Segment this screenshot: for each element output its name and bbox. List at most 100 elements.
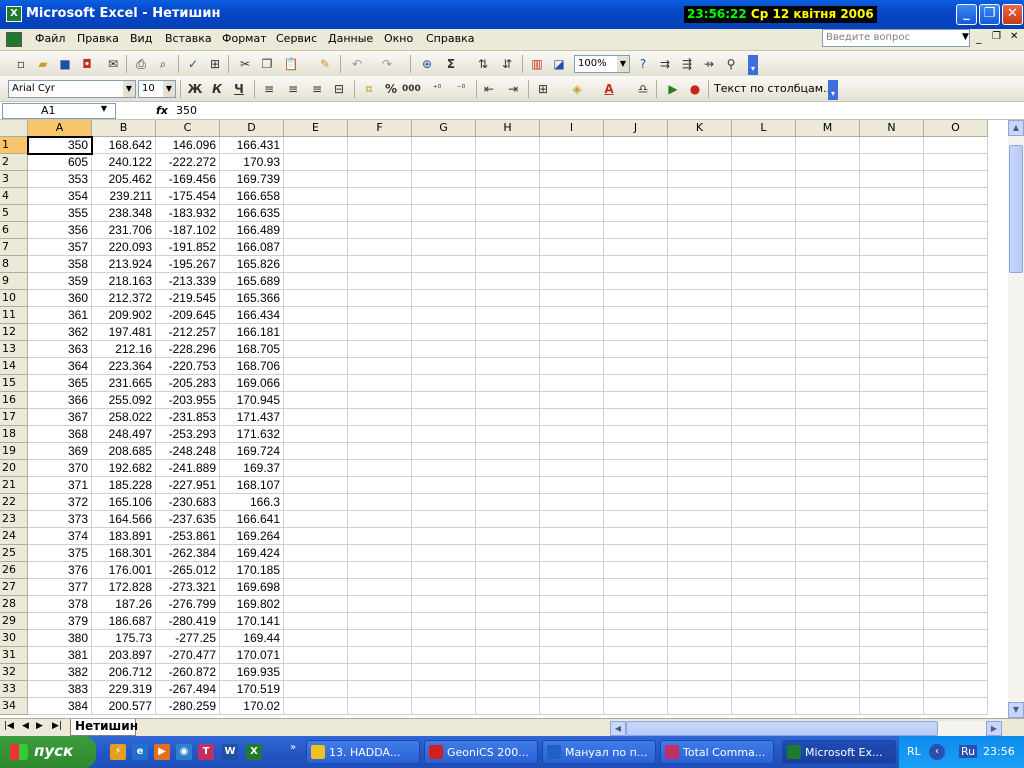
cell[interactable]	[476, 290, 540, 307]
cell[interactable]	[732, 222, 796, 239]
column-header-h[interactable]: H	[476, 120, 540, 137]
cell[interactable]	[732, 341, 796, 358]
cell[interactable]	[860, 579, 924, 596]
scroll-right-icon[interactable]: ▶	[986, 721, 1002, 736]
cell[interactable]	[412, 545, 476, 562]
cell[interactable]	[604, 511, 668, 528]
cell[interactable]	[604, 664, 668, 681]
cell[interactable]: 370	[28, 460, 92, 477]
cell[interactable]	[284, 256, 348, 273]
chart-wizard-icon[interactable]: ▥	[528, 56, 546, 72]
cell[interactable]: 369	[28, 443, 92, 460]
cell[interactable]	[412, 137, 476, 154]
cell[interactable]	[860, 358, 924, 375]
cell[interactable]	[796, 426, 860, 443]
cell[interactable]	[924, 579, 988, 596]
cell[interactable]: 377	[28, 579, 92, 596]
cell[interactable]	[924, 494, 988, 511]
row-header[interactable]: 17	[0, 409, 28, 426]
doc-minimize-button[interactable]: _	[976, 31, 982, 44]
cell[interactable]	[348, 205, 412, 222]
cell[interactable]	[732, 494, 796, 511]
undo-icon[interactable]: ↶	[348, 56, 366, 72]
cell[interactable]	[412, 375, 476, 392]
cell[interactable]: -220.753	[156, 358, 220, 375]
cell[interactable]	[860, 460, 924, 477]
cell[interactable]	[348, 681, 412, 698]
cell[interactable]: 165.366	[220, 290, 284, 307]
scroll-up-icon[interactable]: ▲	[1008, 120, 1024, 136]
column-header-j[interactable]: J	[604, 120, 668, 137]
cell[interactable]: 218.163	[92, 273, 156, 290]
cell[interactable]: 372	[28, 494, 92, 511]
cell[interactable]	[668, 256, 732, 273]
cell[interactable]	[732, 256, 796, 273]
cell[interactable]	[668, 426, 732, 443]
cell[interactable]: 373	[28, 511, 92, 528]
cell[interactable]: 376	[28, 562, 92, 579]
cell[interactable]	[540, 460, 604, 477]
chevron-down-icon[interactable]: ▼	[101, 104, 107, 113]
column-header-n[interactable]: N	[860, 120, 924, 137]
underline-button[interactable]: Ч	[230, 81, 248, 97]
row-header[interactable]: 29	[0, 613, 28, 630]
cell[interactable]: -183.932	[156, 205, 220, 222]
column-header-c[interactable]: C	[156, 120, 220, 137]
close-button[interactable]: ✕	[1002, 4, 1023, 25]
cell[interactable]	[284, 392, 348, 409]
cell[interactable]: 169.37	[220, 460, 284, 477]
row-header[interactable]: 22	[0, 494, 28, 511]
cell[interactable]: 355	[28, 205, 92, 222]
cell[interactable]	[668, 579, 732, 596]
cell[interactable]	[668, 307, 732, 324]
tray-lang-indicator[interactable]: RL	[907, 745, 921, 758]
cell[interactable]	[540, 205, 604, 222]
cell[interactable]	[412, 494, 476, 511]
cell[interactable]	[796, 460, 860, 477]
cell[interactable]	[924, 137, 988, 154]
column-header-b[interactable]: B	[92, 120, 156, 137]
cell[interactable]	[604, 137, 668, 154]
cell[interactable]: 172.828	[92, 579, 156, 596]
cell[interactable]	[412, 290, 476, 307]
cell[interactable]	[604, 154, 668, 171]
cell[interactable]	[668, 698, 732, 715]
cell[interactable]: -253.861	[156, 528, 220, 545]
cell[interactable]: -237.635	[156, 511, 220, 528]
select-all-corner[interactable]	[0, 120, 28, 137]
cell[interactable]	[796, 494, 860, 511]
trace-precedents-icon[interactable]: ⇉	[656, 56, 674, 72]
cell[interactable]: 238.348	[92, 205, 156, 222]
cell[interactable]	[348, 511, 412, 528]
cell[interactable]	[796, 375, 860, 392]
cell[interactable]	[476, 239, 540, 256]
cell[interactable]: -273.321	[156, 579, 220, 596]
row-header[interactable]: 27	[0, 579, 28, 596]
cell[interactable]	[668, 171, 732, 188]
cell[interactable]	[796, 579, 860, 596]
quicklaunch-app-icon[interactable]: ⚡	[110, 744, 126, 760]
cell[interactable]	[668, 239, 732, 256]
cell[interactable]	[924, 341, 988, 358]
cell[interactable]	[284, 494, 348, 511]
cell[interactable]	[540, 273, 604, 290]
format-painter-icon[interactable]: ✎	[316, 56, 334, 72]
column-header-a[interactable]: A	[28, 120, 92, 137]
row-header[interactable]: 5	[0, 205, 28, 222]
function-icon[interactable]: fx	[156, 104, 168, 117]
cell[interactable]	[924, 647, 988, 664]
cell[interactable]	[284, 409, 348, 426]
cell[interactable]	[284, 426, 348, 443]
cell[interactable]	[412, 613, 476, 630]
cell[interactable]	[412, 511, 476, 528]
chevron-down-icon[interactable]: ▼	[123, 81, 135, 97]
cell[interactable]	[604, 409, 668, 426]
column-header-g[interactable]: G	[412, 120, 476, 137]
cell[interactable]	[412, 409, 476, 426]
cell[interactable]	[348, 460, 412, 477]
row-header[interactable]: 9	[0, 273, 28, 290]
cell[interactable]	[860, 341, 924, 358]
cell[interactable]: 200.577	[92, 698, 156, 715]
cell[interactable]: 353	[28, 171, 92, 188]
cell[interactable]	[796, 222, 860, 239]
